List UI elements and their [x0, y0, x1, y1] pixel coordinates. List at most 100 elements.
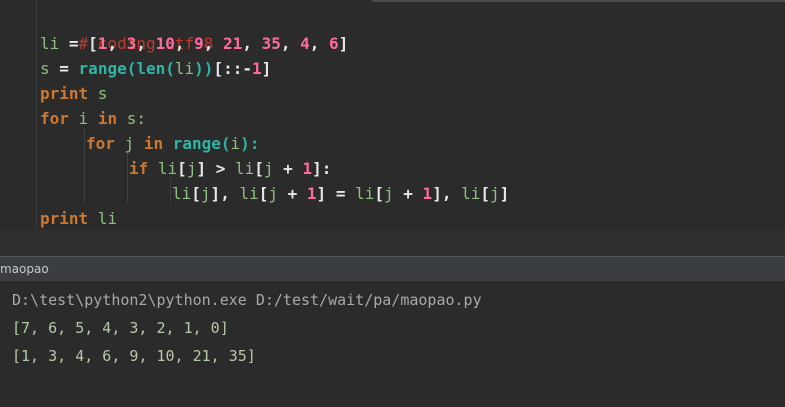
token: ]: [261, 59, 272, 78]
token: li: [40, 34, 60, 53]
token: [: [177, 159, 187, 178]
indent-guide: [127, 153, 128, 203]
code-line-1[interactable]: # coding:utf-8: [40, 6, 214, 53]
token: j: [268, 184, 278, 203]
token: [::-: [213, 59, 252, 78]
token: +: [278, 184, 307, 203]
token: in: [143, 134, 164, 153]
code-line-8[interactable]: li[j], li[j + 1] = li[j + 1], li[j]: [172, 181, 509, 206]
token: ]: [316, 184, 327, 203]
token: ,: [203, 34, 224, 53]
token: ,: [220, 184, 240, 203]
token: (: [165, 59, 175, 78]
token: ]: [499, 184, 510, 203]
run-console[interactable]: D:\test\python2\python.exe D:/test/wait/…: [0, 281, 785, 407]
token: 1: [251, 59, 262, 78]
token: 1: [97, 34, 108, 53]
code-line-5[interactable]: for i in s:: [40, 106, 146, 131]
gutter-divider: [36, 0, 37, 256]
token: ]: [196, 159, 207, 178]
run-panel-header: maopao: [0, 256, 785, 282]
token: s: [88, 84, 108, 103]
token: print: [40, 209, 89, 228]
token: ]: [338, 34, 349, 53]
token: 4: [300, 34, 310, 53]
code-line-9[interactable]: print li: [40, 206, 117, 231]
token: [: [374, 184, 384, 203]
indent-guide: [170, 178, 171, 203]
code-line-4[interactable]: print s: [40, 81, 107, 106]
run-tab[interactable]: maopao: [0, 257, 55, 281]
token: (: [220, 134, 231, 153]
token: [: [191, 184, 201, 203]
token: >: [206, 159, 235, 178]
token: li: [88, 209, 118, 228]
token: = [: [59, 34, 98, 53]
token: =: [326, 184, 356, 203]
token: i: [230, 134, 241, 153]
token: ,: [280, 34, 301, 53]
token: j: [384, 184, 394, 203]
code-line-2[interactable]: li = [1, 3, 10, 9, 21, 35, 4, 6]: [40, 31, 348, 56]
token: li: [239, 184, 259, 203]
token: 9: [194, 34, 204, 53]
token: j: [200, 184, 211, 203]
token: [: [254, 159, 264, 178]
token: s:: [117, 109, 146, 128]
token: 6: [329, 34, 339, 53]
token: ):: [240, 134, 260, 153]
token: in: [97, 109, 118, 128]
token: +: [393, 184, 423, 203]
token: ,: [174, 34, 195, 53]
token: if: [129, 159, 149, 178]
token: ,: [136, 34, 156, 53]
token: ]:: [312, 159, 332, 178]
token: range: [78, 59, 127, 78]
token: for: [40, 109, 69, 128]
token: li: [174, 59, 195, 78]
token: j: [114, 134, 144, 153]
indent-guide: [84, 128, 85, 203]
token: [: [258, 184, 269, 203]
token: j: [490, 184, 500, 203]
code-line-3[interactable]: s = range(len(li))[::-1]: [40, 56, 271, 81]
console-command-line: D:\test\python2\python.exe D:/test/wait/…: [12, 291, 482, 309]
token: 35: [261, 34, 281, 53]
token: j: [186, 159, 197, 178]
token: 21: [223, 34, 243, 53]
token: li: [172, 184, 192, 203]
editor-bottom-area: [0, 230, 785, 256]
token: 1: [302, 159, 313, 178]
token: (: [126, 59, 137, 78]
token: len: [136, 59, 166, 78]
token: for: [86, 134, 115, 153]
token: print: [40, 84, 89, 103]
console-output-line: [7, 6, 5, 4, 3, 2, 1, 0]: [12, 319, 229, 337]
token: i: [68, 109, 98, 128]
token: j: [263, 159, 274, 178]
code-line-7[interactable]: if li[j] > li[j + 1]:: [129, 156, 331, 181]
token: li: [148, 159, 178, 178]
token: ]: [432, 184, 442, 203]
token: =: [49, 59, 79, 78]
token: [: [480, 184, 490, 203]
token: li: [461, 184, 481, 203]
token: +: [273, 159, 303, 178]
token: ]: [210, 184, 221, 203]
token: ,: [107, 34, 127, 53]
token: ,: [309, 34, 330, 53]
token: ,: [242, 34, 262, 53]
console-output-line: [1, 3, 4, 6, 9, 10, 21, 35]: [12, 347, 256, 365]
editor-top-strip: [372, 0, 785, 2]
token: s: [40, 59, 50, 78]
token: ,: [441, 184, 462, 203]
token: range: [172, 134, 221, 153]
code-line-6[interactable]: for j in range(i):: [86, 131, 259, 156]
token: li: [235, 159, 255, 178]
token: li: [355, 184, 375, 203]
token: 1: [306, 184, 317, 203]
token: 3: [126, 34, 137, 53]
code-editor[interactable]: # coding:utf-8 li = [1, 3, 10, 9, 21, 35…: [0, 0, 785, 256]
token: )): [194, 59, 214, 78]
